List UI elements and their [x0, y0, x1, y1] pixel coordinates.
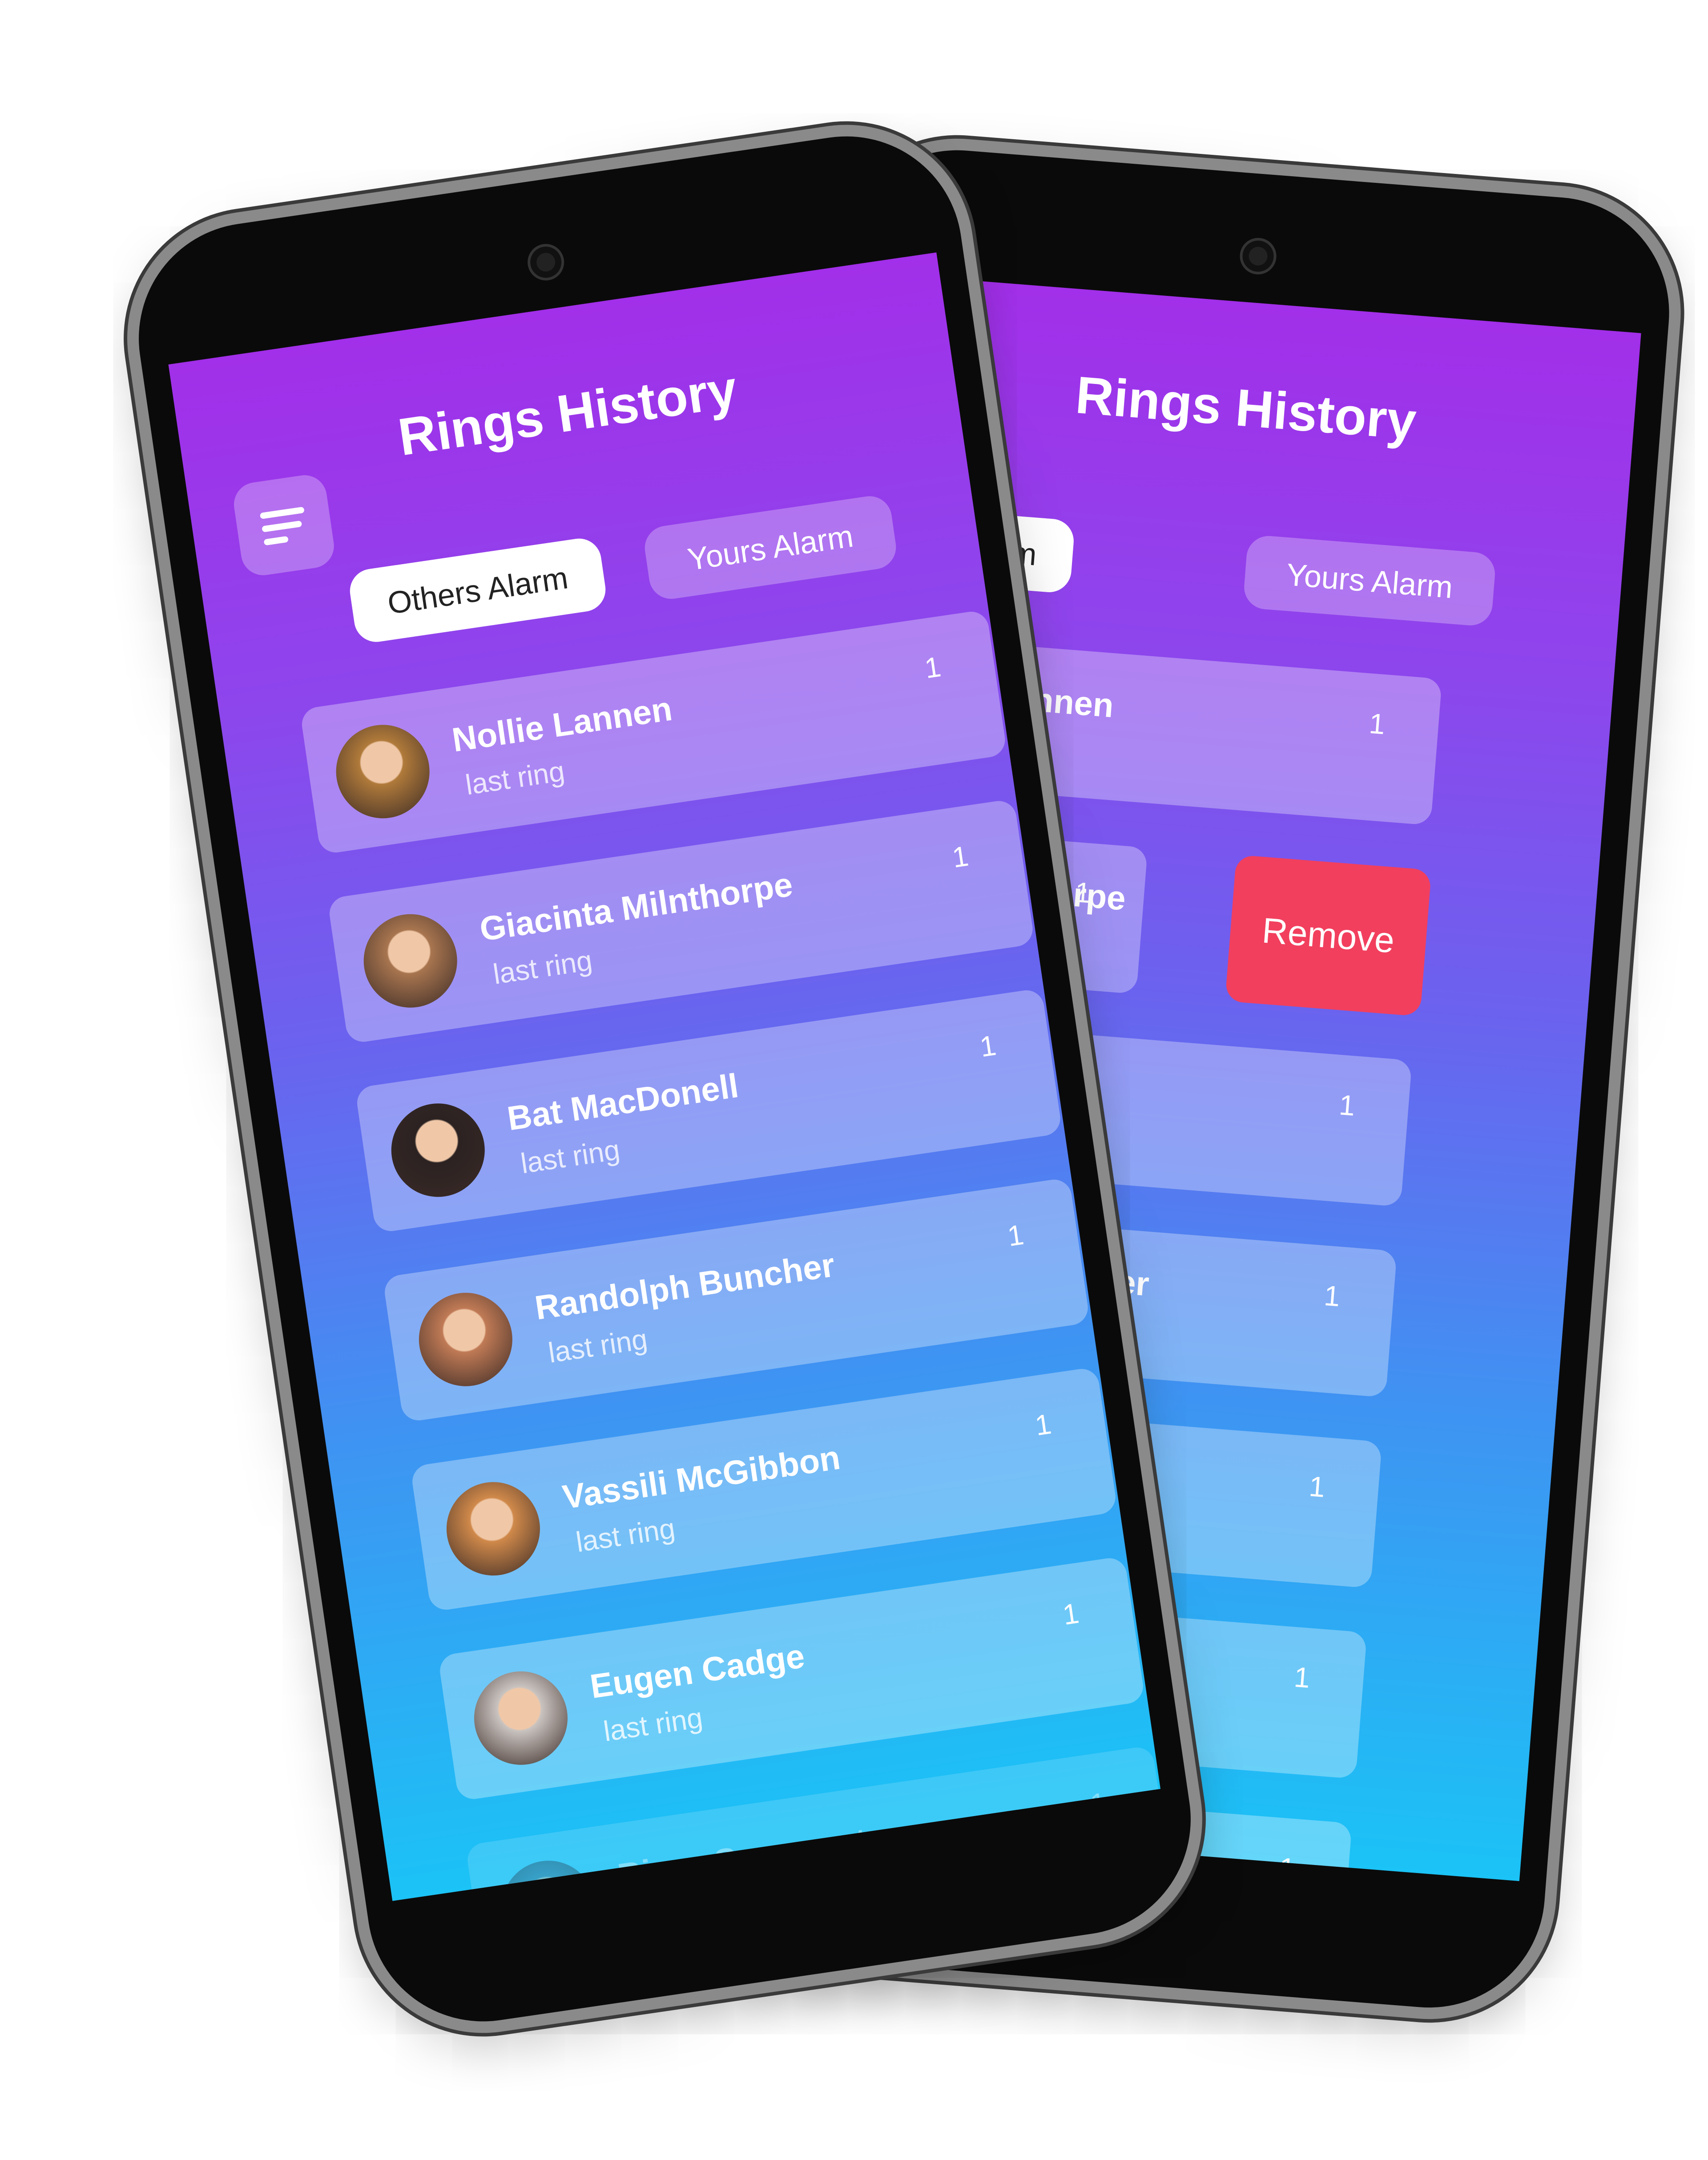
remove-button[interactable]: Remove	[1225, 855, 1432, 1017]
tab-yours-alarm[interactable]: Yours Alarm	[1242, 534, 1497, 627]
last-ring-label: last ring	[601, 1701, 705, 1748]
last-ring-label: last ring	[574, 1512, 677, 1558]
last-ring-label: last ring	[518, 1133, 622, 1180]
page-title: Rings History	[395, 359, 741, 467]
ring-count: 1	[1293, 1661, 1311, 1694]
ring-count: 1	[1323, 1279, 1341, 1313]
camera-icon	[528, 244, 564, 280]
camera-icon	[1241, 239, 1275, 273]
avatar	[467, 1665, 574, 1771]
contact-name: Vassili McGibbon	[560, 1438, 843, 1517]
ring-count: 1	[978, 1029, 998, 1063]
ring-count: 1	[1073, 876, 1092, 909]
avatar	[385, 1097, 491, 1203]
ring-count: 1	[1308, 1470, 1326, 1503]
contact-name: Eugen Cadge	[588, 1637, 807, 1706]
avatar	[330, 719, 436, 825]
menu-icon	[231, 472, 337, 578]
contact-name: Bat MacDonell	[505, 1066, 741, 1138]
ring-count: 1	[950, 840, 971, 874]
ring-count: 1	[1088, 1786, 1109, 1821]
last-ring-label: last ring	[629, 1890, 732, 1901]
ring-count: 1	[922, 650, 943, 685]
ring-count: 1	[1033, 1408, 1054, 1442]
menu-button[interactable]	[231, 472, 337, 578]
avatar	[412, 1286, 519, 1393]
ring-count: 1	[1005, 1218, 1026, 1253]
contact-name: Bjorn Somerset	[615, 1821, 870, 1895]
contact-name: Nollie Lannen	[450, 690, 675, 759]
last-ring-label: last ring	[491, 944, 595, 990]
ring-count: 1	[1060, 1597, 1081, 1631]
tab-yours-alarm[interactable]: Yours Alarm	[642, 493, 899, 602]
ring-count: 1	[1368, 707, 1386, 741]
avatar	[495, 1854, 602, 1901]
ring-count: 1	[1338, 1089, 1357, 1122]
avatar	[357, 908, 463, 1014]
tab-others-alarm[interactable]: Others Alarm	[347, 535, 608, 645]
avatar	[440, 1476, 546, 1582]
contact-name: Randolph Buncher	[532, 1246, 838, 1327]
last-ring-label: last ring	[546, 1323, 650, 1369]
last-ring-label: last ring	[463, 755, 567, 801]
contact-name: Giacinta Milnthorpe	[477, 865, 795, 949]
ring-count: 1	[1278, 1851, 1297, 1881]
